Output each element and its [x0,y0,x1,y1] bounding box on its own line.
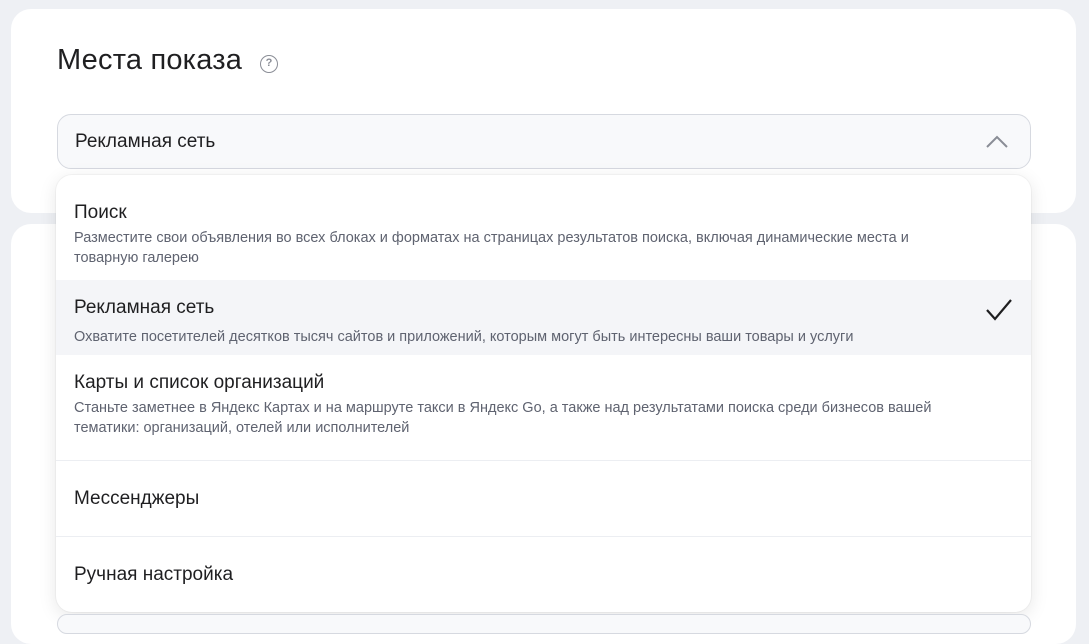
option-manual[interactable]: Ручная настройка [56,537,1031,612]
option-title: Поиск [74,202,127,223]
placement-select[interactable]: Рекламная сеть [57,114,1031,169]
option-description: Охватите посетителей десятков тысяч сайт… [74,329,854,345]
chevron-up-icon [986,135,1008,148]
option-messengers[interactable]: Мессенджеры [56,461,1031,536]
option-title: Ручная настройка [74,564,234,585]
section-title: Места показа [57,44,243,76]
option-title: Мессенджеры [74,488,200,509]
next-field [57,614,1031,634]
option-title: Карты и список организаций [74,372,325,393]
placement-dropdown: Поиск Разместите свои объявления во всех… [56,175,1031,612]
option-ad-network[interactable]: Рекламная сеть Охватите посетителей деся… [56,280,1031,355]
option-description: Разместите свои объявления во всех блока… [74,230,909,266]
select-value: Рекламная сеть [75,131,216,152]
option-description: Станьте заметнее в Яндекс Картах и на ма… [74,400,932,436]
option-title: Рекламная сеть [74,297,215,318]
option-maps[interactable]: Карты и список организаций Станьте замет… [56,355,1031,460]
help-icon[interactable]: ? [260,55,278,73]
option-search[interactable]: Поиск Разместите свои объявления во всех… [56,175,1031,280]
checkmark-icon [986,299,1012,321]
